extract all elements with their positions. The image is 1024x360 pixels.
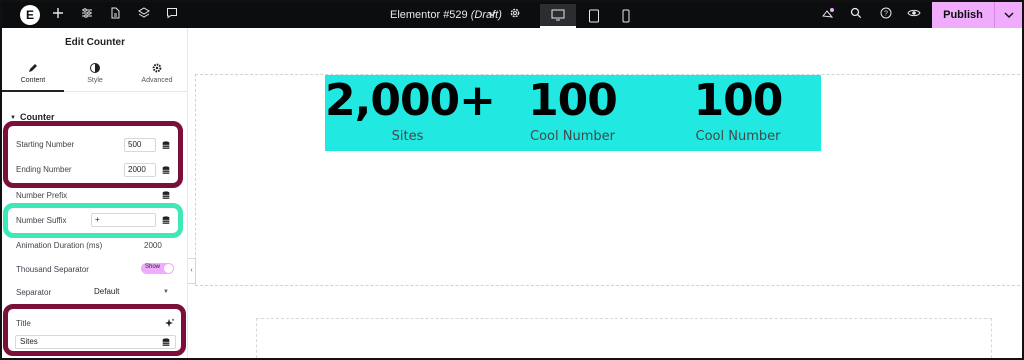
number-suffix-input[interactable]: + [91,213,156,227]
starting-number-label: Starting Number [16,140,75,149]
database-icon[interactable] [162,338,170,347]
comment-icon[interactable] [164,7,180,23]
counter-title: Sites [391,129,424,144]
desktop-icon[interactable] [540,4,576,28]
toggle-label: Show [145,264,161,270]
tab-content-label: Content [20,77,46,84]
database-icon[interactable] [162,141,170,150]
counter-number: 100 [693,75,784,126]
eye-icon[interactable] [906,7,922,23]
sliders-icon[interactable] [79,7,95,23]
ending-number-input[interactable]: 2000 [124,163,156,177]
ai-sparkle-icon[interactable] [165,318,175,328]
publish-button[interactable]: Publish [932,2,994,28]
counter-number: 100 [528,75,618,126]
svg-text:?: ? [884,11,888,18]
starting-number-input[interactable]: 500 [124,138,156,152]
toggle-knob [164,264,173,273]
thousand-separator-label: Thousand Separator [16,265,89,274]
plus-icon[interactable] [50,7,66,23]
gear-icon[interactable] [507,7,523,23]
chevron-down-icon[interactable] [484,7,500,23]
database-icon[interactable] [162,166,170,175]
counter-widget[interactable]: 100 Cool Number [490,75,655,151]
chevron-down-icon [1004,12,1014,18]
database-icon[interactable] [162,191,170,200]
section-counter-header[interactable]: ▼ Counter [10,112,54,122]
tablet-icon[interactable] [576,4,612,28]
animation-duration-label: Animation Duration (ms) [16,241,103,250]
caret-down-icon: ▼ [10,115,16,121]
document-name: Elementor #529 [390,9,468,21]
tab-style[interactable]: Style [64,58,126,92]
thousand-separator-toggle[interactable]: Show [141,263,174,274]
title-label: Title [16,319,31,328]
database-icon[interactable] [162,216,170,225]
number-prefix-label: Number Prefix [16,191,68,200]
tab-content[interactable]: Content [2,58,64,92]
mobile-icon[interactable] [608,4,644,28]
pencil-icon [29,64,37,72]
tab-advanced-label: Advanced [141,77,173,84]
panel-tabs: Content Style Advanced [2,58,188,92]
ending-number-label: Ending Number [16,165,72,174]
panel-title: Edit Counter [65,37,125,48]
section-title: Counter [19,112,55,122]
section-guide-bottom [195,285,1020,286]
page-icon[interactable] [107,7,123,23]
counter-section[interactable]: 2,000+ Sites 100 Cool Number 100 Cool Nu… [325,75,821,151]
gear-icon [152,63,162,73]
counter-number: 2,000+ [325,75,496,126]
tab-style-label: Style [87,77,103,84]
title-input[interactable]: Sites [15,335,176,349]
top-bar: E Elementor #529 (Draft) ? Publish [2,2,1022,28]
notifications-icon[interactable] [820,7,836,23]
counter-title: Cool Number [530,129,615,144]
counter-title: Cool Number [695,129,781,144]
half-circle-icon [90,63,100,73]
separator-select[interactable]: Default ▼ [91,285,173,299]
section-guide-left [195,74,196,285]
elementor-logo-icon[interactable]: E [20,5,40,25]
separator-selected-value: Default [94,287,120,296]
animation-duration-input[interactable]: 2000 [144,241,162,250]
counter-widget[interactable]: 100 Cool Number [655,75,821,151]
tab-advanced[interactable]: Advanced [126,58,188,92]
layers-icon[interactable] [136,7,152,23]
help-icon[interactable]: ? [878,7,894,23]
publish-options-button[interactable] [994,2,1022,28]
separator-label: Separator [16,288,52,297]
number-suffix-label: Number Suffix [16,216,67,225]
counter-widget[interactable]: 2,000+ Sites [325,75,496,151]
empty-container[interactable] [256,318,992,358]
search-icon[interactable] [848,7,864,23]
chevron-down-icon: ▼ [163,289,169,295]
